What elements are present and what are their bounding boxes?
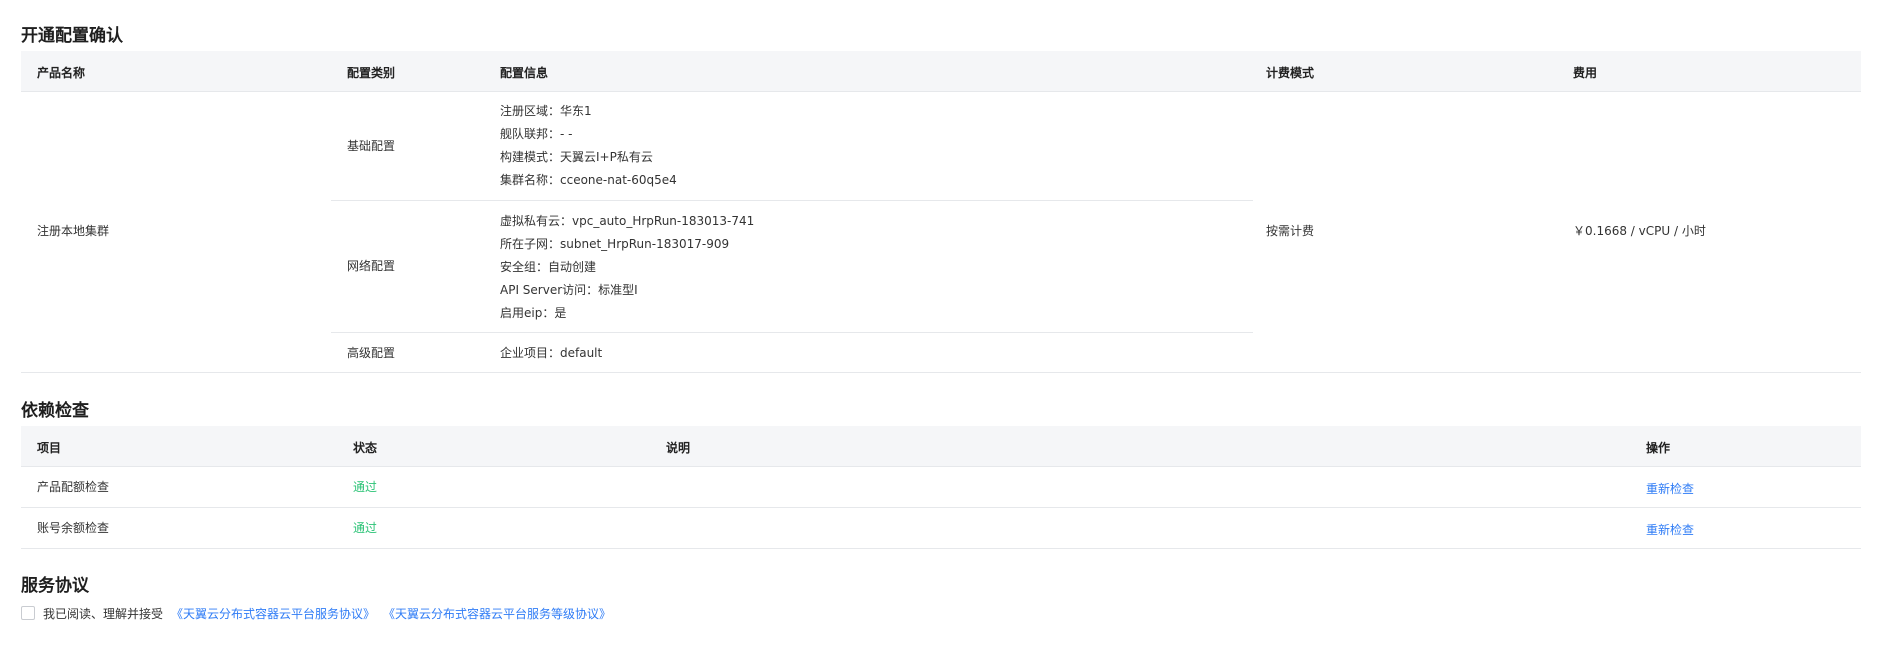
header-billing: 计费模式 xyxy=(1266,66,1315,80)
config-table-body: 注册本地集群 按需计费 ￥0.1668 / vCPU / 小时 基础配置 注册区… xyxy=(21,92,1861,372)
dependency-table-header: 项目 状态 说明 操作 xyxy=(21,426,1861,467)
recheck-link[interactable]: 重新检查 xyxy=(1646,480,1694,497)
check-item: 账号余额检查 xyxy=(37,521,110,535)
header-action: 操作 xyxy=(1646,441,1671,455)
table-row: 账号余额检查 通过 重新检查 xyxy=(21,508,1861,549)
header-fee: 费用 xyxy=(1573,66,1598,80)
table-row: 产品配额检查 通过 重新检查 xyxy=(21,467,1861,508)
category-network: 网络配置 xyxy=(347,259,396,273)
group-divider xyxy=(331,200,1253,201)
status-pass: 通过 xyxy=(353,480,378,494)
info-line: 启用eip：是 xyxy=(500,306,567,320)
group-divider xyxy=(331,332,1253,333)
check-item: 产品配额检查 xyxy=(37,480,110,494)
info-line: API Server访问：标准型I xyxy=(500,283,638,297)
info-line: 集群名称：cceone-nat-60q5e4 xyxy=(500,173,677,187)
header-item: 项目 xyxy=(37,441,62,455)
config-confirm-title: 开通配置确认 xyxy=(21,26,123,46)
info-line: 安全组：自动创建 xyxy=(500,260,597,274)
header-status: 状态 xyxy=(353,441,378,455)
info-line: 虚拟私有云：vpc_auto_HrpRun-183013-741 xyxy=(500,214,755,228)
billing-mode: 按需计费 xyxy=(1266,224,1315,238)
header-category: 配置类别 xyxy=(347,66,396,80)
info-line: 舰队联邦：- - xyxy=(500,127,573,141)
info-line: 所在子网：subnet_HrpRun-183017-909 xyxy=(500,237,730,251)
status-pass: 通过 xyxy=(353,521,378,535)
service-level-agreement-link[interactable]: 《天翼云分布式容器云平台服务等级协议》 xyxy=(383,605,611,622)
category-advanced: 高级配置 xyxy=(347,346,396,360)
config-table-header: 产品名称 配置类别 配置信息 计费模式 费用 xyxy=(21,51,1861,92)
agreement-checkbox[interactable] xyxy=(21,606,35,620)
table-bottom-border xyxy=(21,372,1861,373)
header-desc: 说明 xyxy=(666,441,691,455)
info-line: 企业项目：default xyxy=(500,346,603,360)
header-product: 产品名称 xyxy=(37,66,86,80)
recheck-link[interactable]: 重新检查 xyxy=(1646,521,1694,538)
info-line: 构建模式：天翼云I+P私有云 xyxy=(500,150,653,164)
service-agreement-link[interactable]: 《天翼云分布式容器云平台服务协议》 xyxy=(171,605,375,622)
info-line: 注册区域：华东1 xyxy=(500,104,592,118)
product-name: 注册本地集群 xyxy=(37,224,110,238)
category-basic: 基础配置 xyxy=(347,139,396,153)
service-agreement-title: 服务协议 xyxy=(21,576,89,596)
fee-value: ￥0.1668 / vCPU / 小时 xyxy=(1573,224,1706,238)
agreement-label: 我已阅读、理解并接受 xyxy=(43,607,164,621)
header-info: 配置信息 xyxy=(500,66,549,80)
dependency-check-title: 依赖检查 xyxy=(21,401,89,421)
